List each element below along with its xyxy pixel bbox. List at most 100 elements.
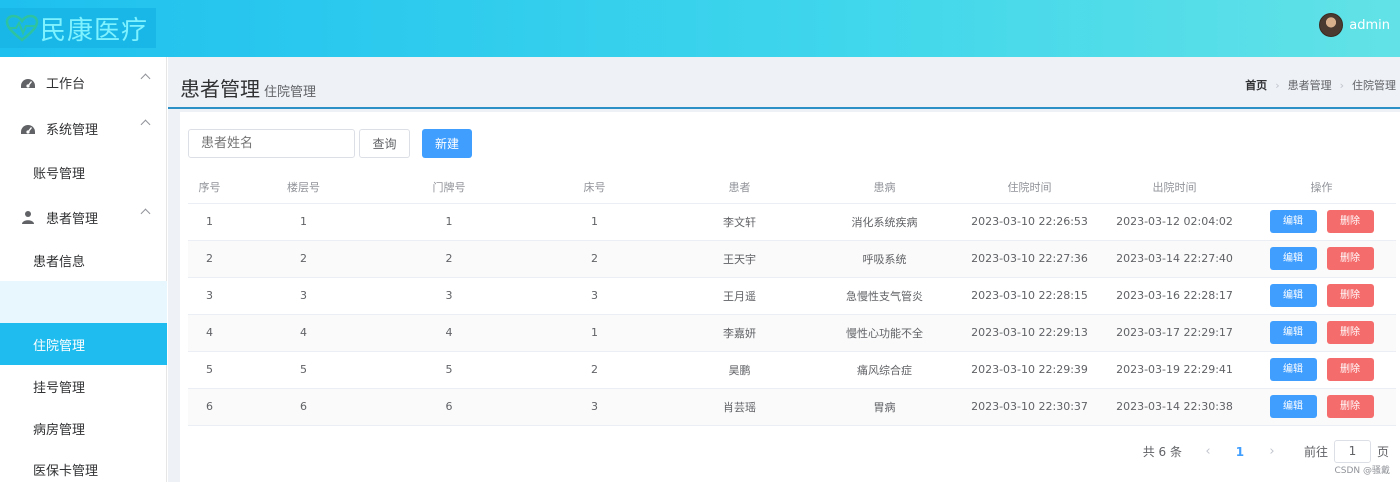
sidebar-item-accounts[interactable]: 账号管理 (0, 151, 167, 193)
edit-button[interactable]: 编辑 (1269, 284, 1317, 307)
table-cell: 4 (188, 314, 231, 352)
chevron-right-icon: › (1339, 78, 1344, 92)
delete-button[interactable]: 删除 (1326, 358, 1374, 381)
table-cell: 呼吸系统 (812, 240, 957, 278)
pagination-goto-input[interactable]: 1 (1333, 440, 1371, 463)
heart-pulse-icon (5, 14, 39, 42)
dashboard-icon (21, 125, 35, 134)
table-cell: 2023-03-10 22:27:36 (957, 240, 1102, 278)
pagination-goto-label: 前往 (1303, 445, 1328, 459)
table-cell: 2023-03-10 22:29:39 (957, 351, 1102, 389)
new-button[interactable]: 新建 (422, 129, 472, 158)
table-row: 6 6 6 3 肖芸瑶 胃病 2023-03-10 22:30:37 2023-03-14 2… (188, 388, 1396, 426)
table-body: 1 1 1 1 李文轩 消化系统疾病 2023-03-10 22:26:53 2023-03-… (188, 203, 1396, 426)
table-cell: 2 (376, 240, 522, 278)
sidebar-item-label: 医保卡管理 (33, 463, 99, 479)
breadcrumb: 首页 › 患者管理 › 住院管理 (1245, 77, 1396, 93)
table-cell: 1 (188, 203, 231, 241)
page-title: 患者管理 住院管理 (180, 73, 316, 102)
column-header: 楼层号 (231, 172, 376, 204)
table-cell: 3 (231, 277, 376, 315)
table-cell: 2023-03-10 22:26:53 (957, 203, 1102, 241)
edit-button[interactable]: 编辑 (1269, 321, 1317, 344)
query-button[interactable]: 查询 (359, 129, 410, 158)
chevron-right-icon[interactable]: › (1262, 444, 1282, 459)
user-menu[interactable]: admin (1319, 13, 1390, 37)
table-cell-actions: 编辑 删除 (1247, 277, 1396, 315)
pagination-goto-unit: 页 (1376, 445, 1389, 459)
table-cell: 3 (522, 388, 667, 426)
sidebar-item-patient-info[interactable]: 患者信息 (0, 239, 167, 281)
table-cell-actions: 编辑 删除 (1247, 203, 1396, 241)
table-cell: 1 (231, 203, 376, 241)
table-cell: 6 (231, 388, 376, 426)
table-cell: 4 (231, 314, 376, 352)
table-cell: 1 (522, 203, 667, 241)
sidebar-item-history[interactable]: 病史管理 (0, 281, 167, 323)
delete-button[interactable]: 删除 (1326, 247, 1374, 270)
sidebar-item-registration[interactable]: 挂号管理 (0, 365, 167, 407)
table-cell: 李文轩 (667, 203, 812, 241)
chevron-up-icon (140, 119, 151, 130)
top-header: 民康医疗 admin (0, 0, 1400, 57)
table-cell: 2023-03-14 22:30:38 (1102, 388, 1247, 426)
table-cell: 慢性心功能不全 (812, 314, 957, 352)
table-cell-actions: 编辑 删除 (1247, 351, 1396, 389)
column-header: 患者 (667, 172, 812, 204)
delete-button[interactable]: 删除 (1326, 284, 1374, 307)
table-header-row: 序号 楼层号 门牌号 床号 患者 患病 住院时间 出院时间 操作 (188, 172, 1396, 204)
table-row: 4 4 4 1 李嘉妍 慢性心功能不全 2023-03-10 22:29:13 2023-03… (188, 314, 1396, 352)
page-subtitle: 住院管理 (264, 85, 317, 100)
sidebar-item-workbench[interactable]: 工作台 (0, 61, 167, 103)
delete-button[interactable]: 删除 (1326, 321, 1374, 344)
sidebar-item-patients[interactable]: 患者管理 (0, 196, 167, 238)
table-cell: 2023-03-12 02:04:02 (1102, 203, 1247, 241)
pagination-page[interactable]: 1 (1218, 445, 1262, 459)
hospitalization-table: 序号 楼层号 门牌号 床号 患者 患病 住院时间 出院时间 操作 1 1 1 1 李文轩 消化系统疾病 20… (188, 172, 1396, 426)
edit-button[interactable]: 编辑 (1269, 210, 1317, 233)
avatar[interactable] (1319, 13, 1344, 37)
column-header: 序号 (188, 172, 231, 204)
chevron-up-icon (140, 208, 151, 219)
table-cell: 3 (522, 277, 667, 315)
sidebar-item-hospitalization[interactable]: 住院管理 (0, 323, 167, 365)
table-cell: 1 (522, 314, 667, 352)
table-cell: 王天宇 (667, 240, 812, 278)
table-cell: 肖芸瑶 (667, 388, 812, 426)
patient-name-search-input[interactable] (188, 129, 355, 158)
app-logo[interactable]: 民康医疗 (0, 8, 156, 48)
table-cell: 2023-03-19 22:29:41 (1102, 351, 1247, 389)
table-cell: 3 (376, 277, 522, 315)
table-cell: 王月遥 (667, 277, 812, 315)
table-cell: 2 (522, 240, 667, 278)
column-header: 出院时间 (1102, 172, 1247, 204)
page-title-text: 患者管理 (180, 77, 260, 101)
table-cell: 6 (376, 388, 522, 426)
delete-button[interactable]: 删除 (1326, 210, 1374, 233)
table-cell: 消化系统疾病 (812, 203, 957, 241)
sidebar-item-label: 工作台 (46, 76, 86, 92)
table-cell: 2 (231, 240, 376, 278)
sidebar-item-wards[interactable]: 病房管理 (0, 407, 167, 449)
sidebar-item-label: 病史管理 (33, 296, 86, 312)
sidebar-item-label: 患者信息 (33, 254, 86, 270)
table-cell: 胃病 (812, 388, 957, 426)
app-title: 民康医疗 (40, 15, 149, 46)
column-header: 患病 (812, 172, 957, 204)
table-cell-actions: 编辑 删除 (1247, 240, 1396, 278)
table-cell: 2023-03-10 22:28:15 (957, 277, 1102, 315)
sidebar-item-system[interactable]: 系统管理 (0, 107, 167, 149)
column-header: 床号 (522, 172, 667, 204)
sidebar-item-insurance-card[interactable]: 医保卡管理 (0, 448, 167, 482)
table-row: 1 1 1 1 李文轩 消化系统疾病 2023-03-10 22:26:53 2023-03-… (188, 203, 1396, 241)
edit-button[interactable]: 编辑 (1269, 247, 1317, 270)
pagination-total: 共 6 条 (1142, 445, 1182, 459)
edit-button[interactable]: 编辑 (1269, 358, 1317, 381)
breadcrumb-home[interactable]: 首页 (1245, 77, 1267, 93)
column-header: 门牌号 (376, 172, 522, 204)
edit-button[interactable]: 编辑 (1269, 395, 1317, 418)
chevron-left-icon[interactable]: ‹ (1198, 444, 1218, 459)
table-row: 3 3 3 3 王月遥 急慢性支气管炎 2023-03-10 22:28:15 2023-03… (188, 277, 1396, 315)
sidebar-item-label: 病房管理 (33, 422, 86, 438)
delete-button[interactable]: 删除 (1326, 395, 1374, 418)
